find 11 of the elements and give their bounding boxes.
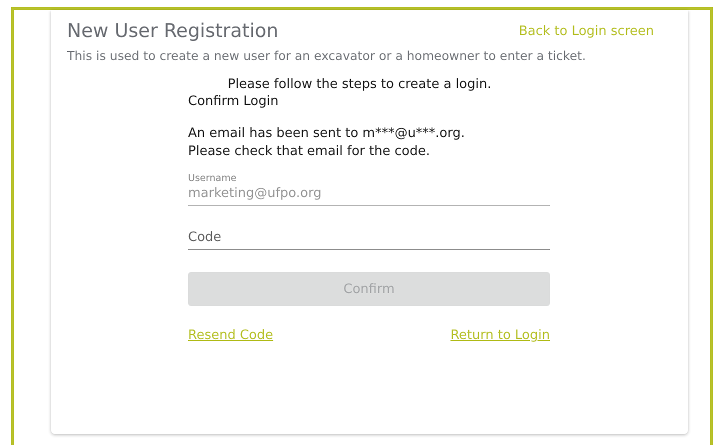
code-field[interactable]: Code xyxy=(188,228,550,250)
text-link[interactable]: Resend Code xyxy=(188,328,274,343)
message-text: Please check that email for the code. xyxy=(188,143,431,161)
step-title: Confirm Login xyxy=(188,94,280,109)
message-text: An email has been sent to m***@u***.org. xyxy=(188,125,466,143)
back-link[interactable]: Back to Login screen xyxy=(518,24,654,38)
page-title: New User Registration xyxy=(67,20,278,42)
text-link[interactable]: Return to Login xyxy=(450,328,550,343)
field-label: Username xyxy=(188,173,238,184)
description-text: This is used to create a new user for an excavator or a homeowner to enter a ticket. xyxy=(67,49,587,63)
intro-text: Please follow the steps to create a login. xyxy=(226,77,492,92)
